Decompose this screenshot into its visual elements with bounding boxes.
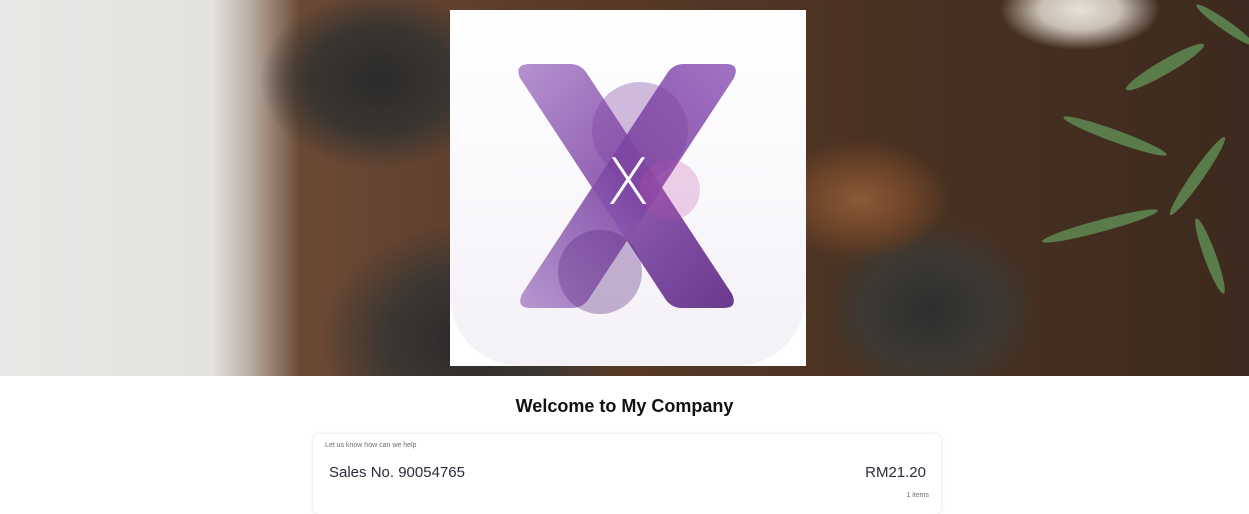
sales-number: Sales No. 90054765 <box>329 464 465 481</box>
page-title: Welcome to My Company <box>515 396 734 416</box>
order-amount: RM21.20 <box>865 464 926 481</box>
plant-leaf-decoration <box>1122 38 1208 96</box>
plant-leaf-decoration <box>1190 216 1230 296</box>
plant-leaf-decoration <box>1165 133 1230 219</box>
hero-banner: X <box>0 0 1249 376</box>
order-card[interactable]: Let us know how can we help Sales No. 90… <box>313 434 941 514</box>
items-count: 1 items <box>906 492 929 499</box>
plant-leaf-decoration <box>1040 204 1160 248</box>
help-hint: Let us know how can we help <box>325 442 417 449</box>
company-logo: X <box>450 10 806 366</box>
logo-letter: X <box>606 146 650 220</box>
plant-leaf-decoration <box>1193 0 1249 50</box>
plant-leaf-decoration <box>1061 111 1169 161</box>
